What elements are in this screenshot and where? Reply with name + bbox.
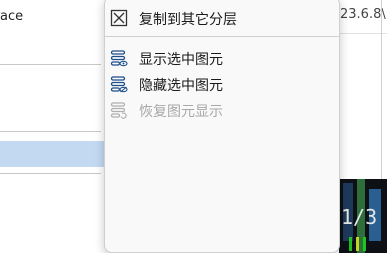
divider [0,64,101,65]
divider [0,131,101,132]
restore-element-icon [110,101,128,119]
menu-item-label: 复制到其它分层 [139,12,237,28]
menu-separator [105,36,339,37]
menu-item-show-selected[interactable]: 显示选中图元 [105,45,339,71]
divider [338,33,387,34]
menu-item-copy-to-layer[interactable]: 复制到其它分层 [105,5,339,31]
selected-row[interactable] [0,141,104,167]
menu-item-label: 显示选中图元 [139,52,223,68]
menu-item-restore-display[interactable]: 恢复图元显示 [105,97,339,123]
left-panel: ace [0,0,104,253]
show-element-icon [110,49,128,67]
preview-thumbnail[interactable]: 1/3 [339,179,387,253]
hide-element-icon [110,75,128,93]
path-text: 23.6.8\ [340,7,386,22]
divider [0,173,101,174]
thumbnail-text: 1/3 [341,205,378,229]
menu-item-hide-selected[interactable]: 隐藏选中图元 [105,71,339,97]
copy-to-layer-icon [110,9,128,27]
panel-title: ace [0,9,24,24]
menu-item-label: 隐藏选中图元 [139,78,223,94]
menu-item-label: 恢复图元显示 [139,104,223,120]
context-menu: 复制到其它分层 显示选中图元 隐藏选中图元 恢复图元显示 [104,0,340,253]
